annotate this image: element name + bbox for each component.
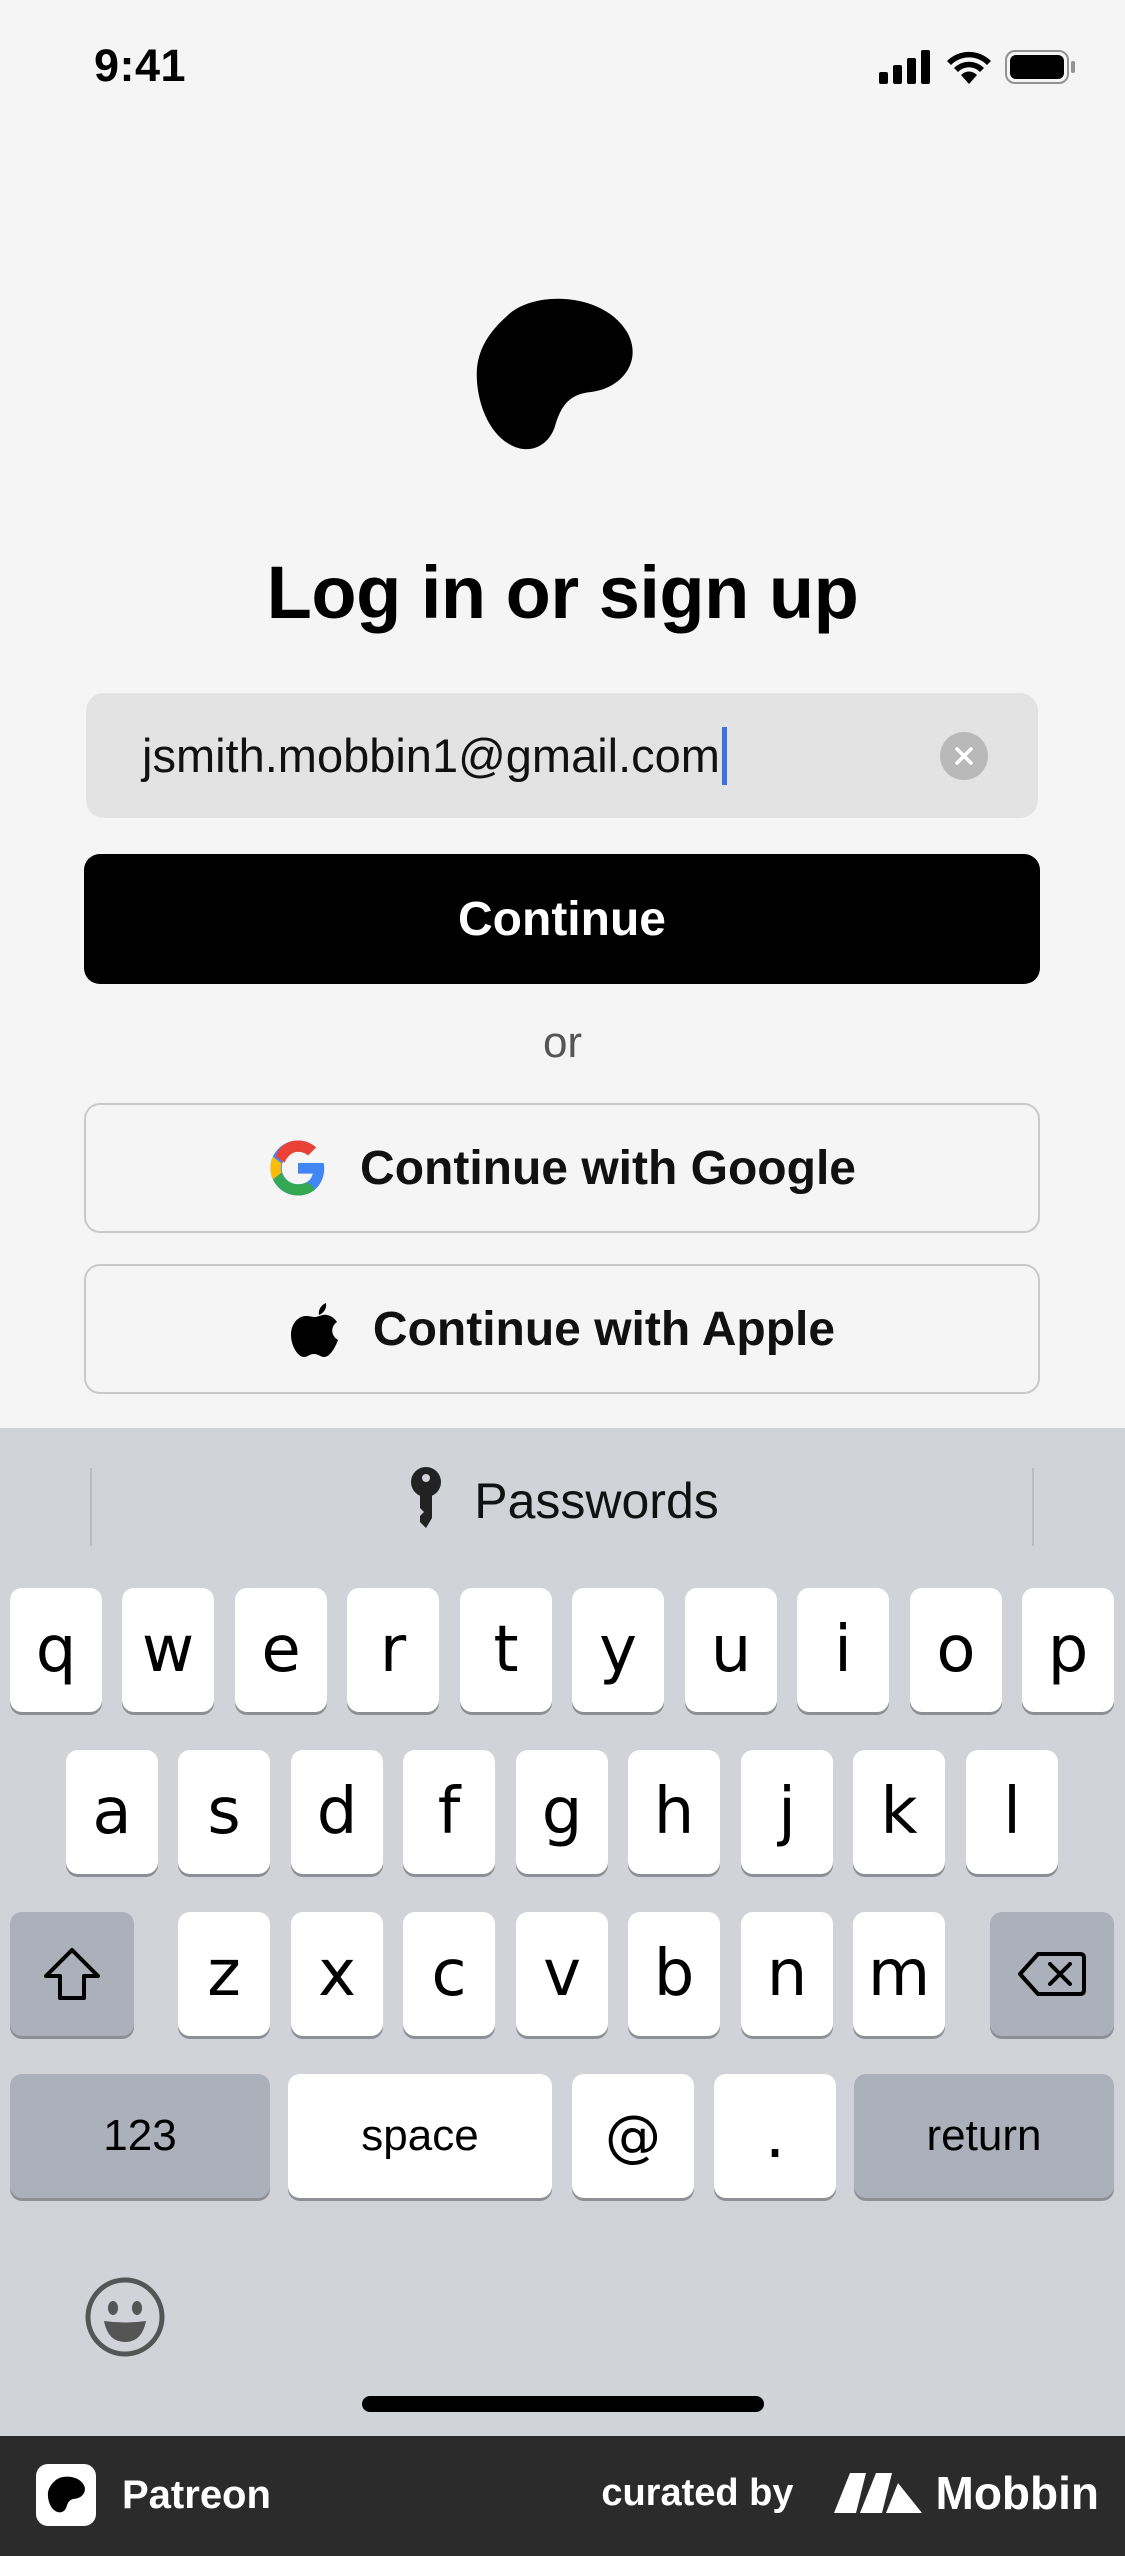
wifi-icon xyxy=(947,51,991,84)
key-o[interactable]: o xyxy=(910,1588,1002,1712)
footer-bar: Patreon curated by Mobbin xyxy=(0,2436,1125,2556)
at-key[interactable]: @ xyxy=(572,2074,694,2198)
key-a[interactable]: a xyxy=(66,1750,158,1874)
email-field[interactable]: jsmith.mobbin1@gmail.com xyxy=(86,693,1038,818)
mobbin-brand-label: Mobbin xyxy=(935,2467,1100,2519)
key-z[interactable]: z xyxy=(178,1912,270,2036)
return-key[interactable]: return xyxy=(854,2074,1114,2198)
backspace-icon xyxy=(1018,1952,1086,1996)
mobbin-logo-icon xyxy=(833,2473,922,2513)
or-divider-text: or xyxy=(542,1018,583,1067)
google-button-label: Continue with Google xyxy=(360,1141,856,1195)
delete-key[interactable] xyxy=(990,1912,1114,2036)
status-time: 9:41 xyxy=(94,40,187,91)
clear-icon[interactable] xyxy=(940,732,988,780)
shift-icon xyxy=(44,1948,100,2000)
battery-icon xyxy=(1005,50,1075,84)
key-i[interactable]: i xyxy=(797,1588,889,1712)
emoji-icon[interactable] xyxy=(84,2276,166,2358)
space-key[interactable]: space xyxy=(288,2074,552,2198)
key-k[interactable]: k xyxy=(853,1750,945,1874)
numbers-key[interactable]: 123 xyxy=(10,2074,270,2198)
key-l[interactable]: l xyxy=(966,1750,1058,1874)
page-title: Log in or sign up xyxy=(266,551,859,634)
key-e[interactable]: e xyxy=(235,1588,327,1712)
google-icon xyxy=(268,1138,328,1198)
key-icon xyxy=(411,1467,442,1528)
shift-key[interactable] xyxy=(10,1912,134,2036)
key-w[interactable]: w xyxy=(122,1588,214,1712)
key-r[interactable]: r xyxy=(347,1588,439,1712)
key-g[interactable]: g xyxy=(516,1750,608,1874)
key-x[interactable]: x xyxy=(291,1912,383,2036)
apple-button-label: Continue with Apple xyxy=(372,1302,836,1356)
continue-with-apple-button[interactable]: Continue with Apple xyxy=(84,1264,1040,1394)
passwords-label: Passwords xyxy=(474,1473,719,1529)
key-d[interactable]: d xyxy=(291,1750,383,1874)
text-caret xyxy=(721,726,727,785)
key-t[interactable]: t xyxy=(460,1588,552,1712)
apple-icon xyxy=(289,1299,341,1359)
passwords-suggestion[interactable]: Passwords xyxy=(0,1466,1125,1536)
home-indicator xyxy=(362,2396,764,2412)
key-h[interactable]: h xyxy=(628,1750,720,1874)
key-b[interactable]: b xyxy=(628,1912,720,2036)
key-m[interactable]: m xyxy=(853,1912,945,2036)
signal-icon xyxy=(879,50,930,84)
dot-key[interactable]: . xyxy=(714,2074,836,2198)
key-u[interactable]: u xyxy=(685,1588,777,1712)
continue-button[interactable]: Continue xyxy=(84,854,1040,984)
key-j[interactable]: j xyxy=(741,1750,833,1874)
key-v[interactable]: v xyxy=(516,1912,608,2036)
footer-app-name: Patreon xyxy=(122,2472,271,2517)
key-s[interactable]: s xyxy=(178,1750,270,1874)
key-f[interactable]: f xyxy=(403,1750,495,1874)
email-value[interactable]: jsmith.mobbin1@gmail.com xyxy=(142,728,720,783)
key-n[interactable]: n xyxy=(741,1912,833,2036)
curated-by-label: curated by xyxy=(601,2471,794,2514)
patreon-logo-icon xyxy=(476,298,633,450)
patreon-app-icon xyxy=(36,2464,96,2526)
status-icons xyxy=(879,50,1077,84)
key-y[interactable]: y xyxy=(572,1588,664,1712)
keyboard: Passwords q w e r t y u i o p a s d f g … xyxy=(0,1428,1125,2436)
key-q[interactable]: q xyxy=(10,1588,102,1712)
key-c[interactable]: c xyxy=(403,1912,495,2036)
key-p[interactable]: p xyxy=(1022,1588,1114,1712)
continue-with-google-button[interactable]: Continue with Google xyxy=(84,1103,1040,1233)
